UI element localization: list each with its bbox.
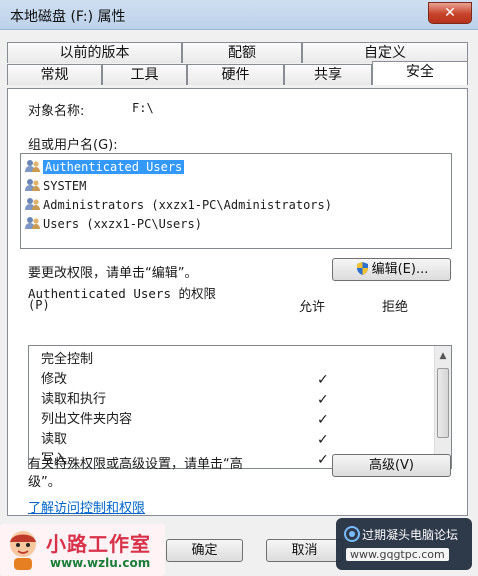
groups-label: 组或用户名(G): — [28, 138, 118, 153]
mascot-icon — [4, 528, 42, 572]
user-name: Users (xxzx1-PC\Users) — [43, 217, 202, 231]
forum-logo-icon — [344, 526, 360, 542]
close-button[interactable]: ✕ — [428, 2, 472, 24]
allow-check-icon: ✓ — [317, 432, 329, 448]
tab-sharing[interactable]: 共享 — [284, 64, 372, 85]
tab-label: 共享 — [314, 67, 342, 83]
list-item-permission: 完全控制 — [41, 350, 431, 370]
tab-label: 常规 — [40, 67, 69, 83]
uac-shield-icon — [355, 261, 370, 276]
tab-tools[interactable]: 工具 — [102, 64, 187, 85]
allow-check-icon: ✓ — [317, 392, 329, 408]
permission-name: 列出文件夹内容 — [41, 412, 133, 427]
list-item-user[interactable]: Users (xxzx1-PC\Users) — [25, 215, 445, 233]
user-name: Administrators (xxzx1-PC\Administrators) — [43, 198, 332, 212]
site-watermark-right: 过期凝头电脑论坛 www.gqgtpc.com — [336, 518, 472, 570]
permission-name: 修改 — [41, 372, 68, 387]
allow-check-icon: ✓ — [317, 452, 329, 468]
object-name-label: 对象名称: — [28, 104, 85, 119]
close-icon: ✕ — [444, 5, 456, 21]
list-item-user[interactable]: SYSTEM — [25, 177, 445, 195]
user-list[interactable]: Authenticated Users SYSTEM Administrator… — [20, 153, 452, 249]
deny-column-header: 拒绝 — [382, 300, 409, 315]
watermark-right-url: www.gqgtpc.com — [346, 548, 449, 561]
permissions-scrollbar[interactable]: ▲ ▼ — [434, 346, 451, 468]
list-item-permission: 列出文件夹内容 ✓ — [41, 410, 431, 430]
users-group-icon — [25, 159, 41, 173]
tab-label: 自定义 — [364, 45, 406, 61]
permissions-list[interactable]: 完全控制 修改 ✓ 读取和执行 ✓ 列出文件夹内容 ✓ 读取 ✓ 写入 ✓ ▲ … — [28, 345, 452, 469]
cancel-button-label: 取消 — [291, 543, 318, 558]
advanced-hint-line1: 有关特殊权限或高级设置，请单击“高 — [28, 457, 243, 472]
scrollbar-thumb[interactable] — [437, 368, 449, 438]
list-item-permission: 修改 ✓ — [41, 370, 431, 390]
advanced-hint-line2: 级”。 — [28, 475, 61, 490]
edit-button[interactable]: 编辑(E)... — [332, 258, 451, 281]
tab-quota[interactable]: 配额 — [182, 42, 302, 63]
list-item-user[interactable]: Authenticated Users — [25, 158, 445, 176]
watermark-left-brand: 小路工作室 — [46, 532, 151, 556]
permission-name: 完全控制 — [41, 352, 94, 367]
object-name-value: F:\ — [132, 101, 154, 115]
allow-check-icon: ✓ — [317, 372, 329, 388]
ok-button-label: 确定 — [191, 543, 218, 558]
users-group-icon — [25, 178, 41, 192]
tab-hardware[interactable]: 硬件 — [187, 64, 284, 85]
users-group-icon — [25, 216, 41, 230]
tab-label: 安全 — [406, 64, 434, 80]
cancel-button[interactable]: 取消 — [266, 539, 343, 562]
tab-previous-versions[interactable]: 以前的版本 — [7, 42, 182, 63]
title-bar: 本地磁盘 (F:) 属性 ✕ — [0, 0, 478, 30]
list-item-user[interactable]: Administrators (xxzx1-PC\Administrators) — [25, 196, 445, 214]
tab-general[interactable]: 常规 — [7, 64, 102, 85]
list-item-permission: 读取和执行 ✓ — [41, 390, 431, 410]
permission-name: 读取和执行 — [41, 392, 107, 407]
ok-button[interactable]: 确定 — [166, 539, 243, 562]
tab-security[interactable]: 安全 — [372, 61, 468, 85]
user-name: SYSTEM — [43, 179, 87, 193]
tab-label: 配额 — [228, 45, 256, 61]
tab-customize[interactable]: 自定义 — [302, 42, 468, 63]
tab-label: 硬件 — [221, 67, 250, 83]
allow-check-icon: ✓ — [317, 412, 329, 428]
scroll-up-icon[interactable]: ▲ — [435, 348, 451, 364]
change-permissions-hint: 要更改权限，请单击“编辑”。 — [28, 266, 198, 281]
watermark-left-url: www.wzlu.com — [50, 556, 151, 570]
users-group-icon — [25, 197, 41, 211]
properties-dialog: 以前的版本 配额 自定义 常规 工具 硬件 共享 安全 对象名称: F:\ 组或… — [0, 30, 478, 576]
user-name: Authenticated Users — [43, 160, 185, 174]
tab-label: 以前的版本 — [59, 45, 130, 61]
watermark-right-brand: 过期凝头电脑论坛 — [362, 528, 459, 542]
tab-label: 工具 — [130, 67, 159, 83]
permissions-for-hotkey: (P) — [28, 298, 50, 312]
site-watermark-left: 小路工作室 www.wzlu.com — [0, 524, 165, 576]
permission-name: 读取 — [41, 432, 68, 447]
edit-button-label: 编辑(E)... — [371, 262, 429, 277]
advanced-button-label: 高级(V) — [368, 458, 415, 473]
allow-column-header: 允许 — [299, 300, 326, 315]
list-item-permission: 读取 ✓ — [41, 430, 431, 450]
permissions-for-label: Authenticated Users 的权限 — [28, 286, 217, 301]
advanced-button[interactable]: 高级(V) — [332, 454, 451, 477]
learn-access-control-link[interactable]: 了解访问控制和权限 — [28, 497, 145, 516]
window-title: 本地磁盘 (F:) 属性 — [10, 9, 126, 25]
